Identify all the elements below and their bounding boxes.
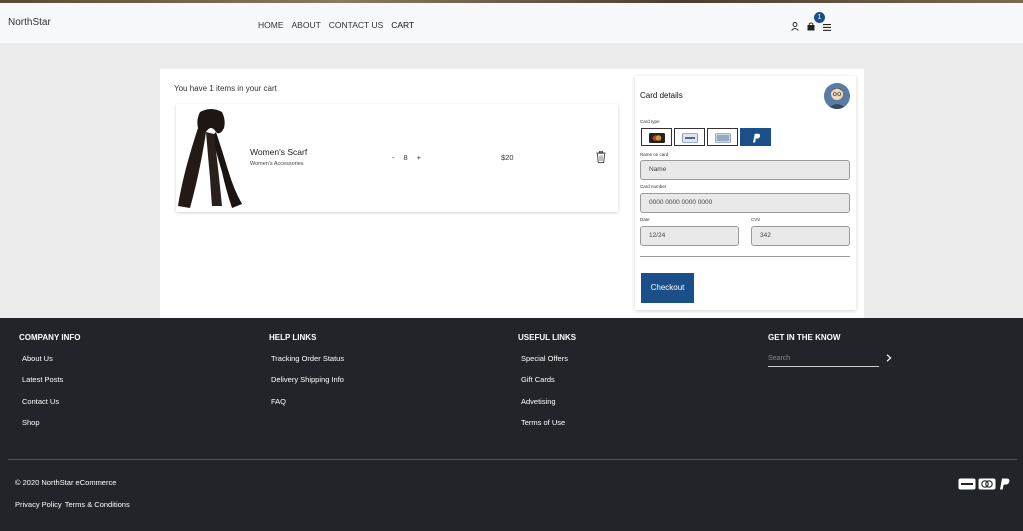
qty-decrease-button[interactable]: - bbox=[392, 153, 395, 162]
footer-link-delivery[interactable]: Delivery Shipping Info bbox=[271, 375, 344, 384]
footer-divider bbox=[8, 459, 1017, 460]
footer-link-about-us[interactable]: About Us bbox=[22, 354, 53, 363]
footer-link-shop[interactable]: Shop bbox=[22, 418, 40, 427]
product-image-scarf bbox=[178, 109, 242, 208]
card-type-visa[interactable] bbox=[674, 128, 705, 146]
privacy-policy-link[interactable]: Privacy Policy bbox=[15, 500, 62, 509]
paypal-icon bbox=[753, 133, 761, 143]
visa-icon bbox=[682, 133, 698, 143]
chevron-right-icon[interactable] bbox=[886, 354, 892, 362]
footer-useful-heading: USEFUL LINKS bbox=[518, 333, 577, 342]
footer-link-faq[interactable]: FAQ bbox=[271, 397, 286, 406]
shopping-bag-icon[interactable] bbox=[807, 22, 815, 31]
cvv-label: CVV bbox=[751, 217, 761, 222]
mastercard-icon bbox=[649, 133, 665, 143]
card-divider bbox=[640, 256, 850, 257]
footer-mastercard-icon bbox=[978, 478, 996, 490]
footer-visa-icon bbox=[958, 478, 976, 490]
payment-methods-icons bbox=[958, 478, 1010, 490]
menu-icon[interactable] bbox=[823, 24, 831, 31]
cvv-input[interactable]: 342 bbox=[751, 226, 850, 246]
footer-link-latest-posts[interactable]: Latest Posts bbox=[22, 375, 63, 384]
nav-contact-us[interactable]: CONTACT US bbox=[329, 20, 383, 30]
footer-help-heading: HELP LINKS bbox=[269, 333, 317, 342]
card-type-paypal[interactable] bbox=[740, 128, 771, 146]
date-label: Date bbox=[640, 217, 650, 222]
avatar bbox=[824, 83, 850, 109]
nav-about[interactable]: ABOUT bbox=[292, 20, 321, 30]
checkout-button[interactable]: Checkout bbox=[641, 273, 694, 303]
copyright-text: © 2020 NorthStar eCommerce bbox=[15, 478, 117, 487]
amex-icon bbox=[715, 133, 731, 143]
cart-count-badge: 1 bbox=[814, 12, 825, 23]
footer-company-heading: COMPANY INFO bbox=[19, 333, 81, 342]
card-type-label: Card type bbox=[640, 119, 660, 124]
qty-value: 8 bbox=[403, 153, 408, 162]
card-number-label: Card number bbox=[640, 184, 667, 189]
product-name[interactable]: Women's Scarf bbox=[250, 147, 307, 157]
card-details-title: Card details bbox=[640, 91, 683, 100]
quantity-stepper: - 8 + bbox=[392, 153, 421, 162]
product-price: $20 bbox=[501, 153, 514, 162]
site-footer bbox=[0, 318, 1023, 531]
main-nav: HOME ABOUT CONTACT US CART bbox=[258, 20, 414, 30]
footer-paypal-icon bbox=[1000, 478, 1010, 490]
terms-conditions-link[interactable]: Terms & Conditions bbox=[65, 500, 130, 509]
footer-link-terms-of-use[interactable]: Terms of Use bbox=[521, 418, 565, 427]
cart-count-text: You have 1 items in your cart bbox=[174, 84, 277, 93]
nav-home[interactable]: HOME bbox=[258, 20, 284, 30]
footer-link-advertising[interactable]: Advetising bbox=[521, 397, 556, 406]
name-on-card-label: Name on card bbox=[640, 152, 669, 157]
legal-links: Privacy Policy Terms & Conditions bbox=[15, 500, 130, 509]
footer-link-special-offers[interactable]: Special Offers bbox=[521, 354, 568, 363]
footer-link-tracking[interactable]: Tracking Order Status bbox=[271, 354, 344, 363]
card-type-amex[interactable] bbox=[707, 128, 738, 146]
footer-know-heading: GET IN THE KNOW bbox=[768, 333, 841, 342]
user-icon[interactable] bbox=[791, 22, 799, 31]
site-header: NorthStar HOME ABOUT CONTACT US CART bbox=[0, 3, 1023, 43]
card-type-mastercard[interactable] bbox=[641, 128, 672, 146]
card-number-input[interactable]: 0000 0000 0000 0000 bbox=[640, 193, 850, 213]
trash-icon[interactable] bbox=[596, 151, 606, 163]
name-on-card-input[interactable]: Name bbox=[640, 160, 850, 180]
qty-increase-button[interactable]: + bbox=[417, 153, 421, 162]
newsletter-search-input[interactable]: Search bbox=[768, 352, 879, 367]
date-input[interactable]: 12/24 bbox=[640, 226, 739, 246]
nav-cart[interactable]: CART bbox=[391, 20, 414, 30]
footer-link-gift-cards[interactable]: Gift Cards bbox=[521, 375, 555, 384]
footer-link-contact-us[interactable]: Contact Us bbox=[22, 397, 59, 406]
brand-logo[interactable]: NorthStar bbox=[8, 17, 51, 28]
product-category: Women's Accessories bbox=[250, 161, 304, 167]
